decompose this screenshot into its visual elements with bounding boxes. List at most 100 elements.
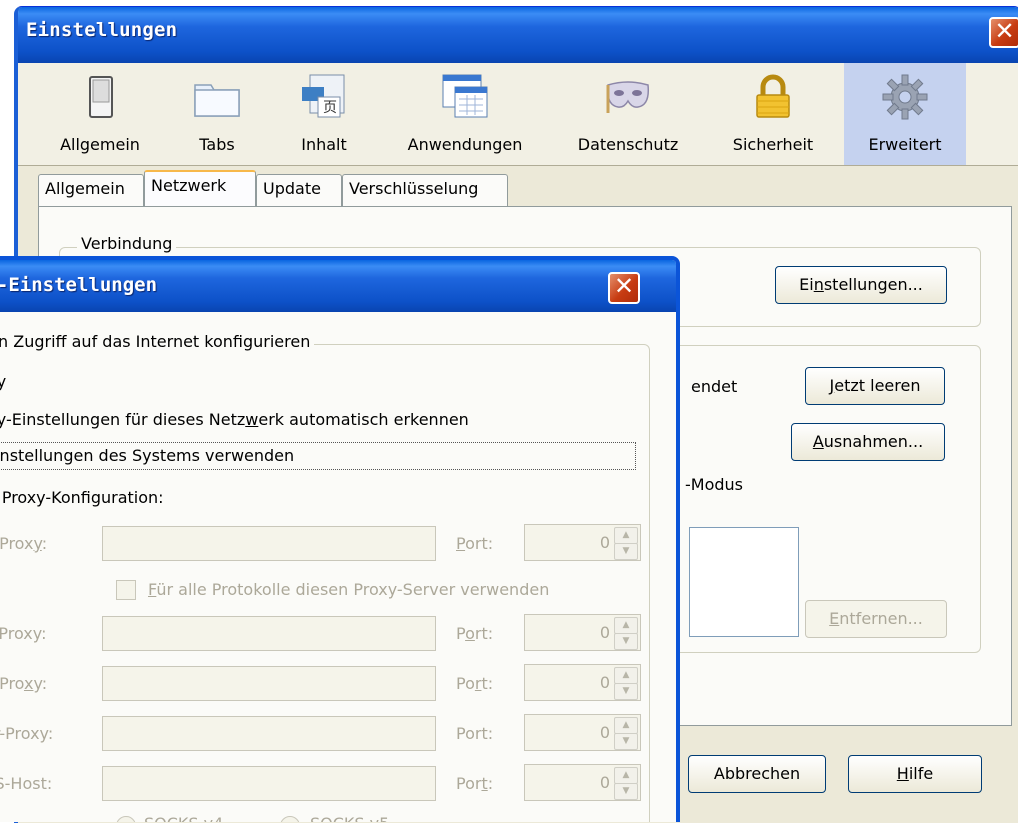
preferences-toolbar: Allgemein Tabs 页 Inhalt Anwendungen Date… bbox=[18, 63, 1018, 166]
clear-now-button[interactable]: Jetzt leeren bbox=[805, 367, 945, 405]
toolbar-datenschutz[interactable]: Datenschutz bbox=[560, 63, 696, 165]
toolbar-erweitert[interactable]: Erweitert bbox=[844, 63, 966, 165]
option-text: erk automatisch erkennen bbox=[258, 410, 469, 429]
label-text: y: bbox=[33, 674, 48, 693]
gear-icon bbox=[881, 73, 929, 121]
port-value: 0 bbox=[599, 623, 610, 642]
window-close-button[interactable]: ✕ bbox=[989, 17, 1018, 48]
window-title: Einstellungen bbox=[26, 19, 178, 41]
label-text: rt: bbox=[474, 624, 494, 643]
socks-v4-label: SOCKS v4 bbox=[144, 814, 223, 822]
socks-port-spinner[interactable]: 0 ▲ ▼ bbox=[524, 764, 641, 801]
cancel-button[interactable]: Abbrechen bbox=[688, 755, 826, 793]
tab-netzwerk[interactable]: Netzwerk bbox=[144, 170, 256, 207]
applications-icon bbox=[441, 73, 489, 121]
option-text: oxy-Einstellungen für dieses Netz bbox=[0, 410, 246, 429]
button-text: stellungen... bbox=[823, 275, 923, 294]
port-value: 0 bbox=[599, 773, 610, 792]
toolbar-label: Tabs bbox=[199, 135, 235, 154]
toolbar-label: Allgemein bbox=[60, 135, 140, 154]
window-titlebar[interactable]: Einstellungen ✕ bbox=[18, 7, 1018, 63]
accelerator-key: o bbox=[465, 624, 475, 643]
toolbar-inhalt[interactable]: 页 Inhalt bbox=[284, 63, 364, 165]
tab-update[interactable]: Update bbox=[256, 174, 342, 206]
http-proxy-label: P-Proxy: bbox=[0, 534, 47, 553]
spin-up-icon[interactable]: ▲ bbox=[614, 717, 638, 734]
label-text: : bbox=[487, 774, 494, 793]
ssl-port-label: Port: bbox=[456, 624, 493, 643]
toolbar-label: Datenschutz bbox=[577, 135, 679, 154]
spin-up-icon[interactable]: ▲ bbox=[614, 767, 638, 784]
ssl-proxy-label: L-Proxy: bbox=[0, 624, 47, 643]
button-text: ilfe bbox=[908, 764, 934, 783]
offline-mode-text: -Modus bbox=[685, 475, 743, 494]
all-protocols-checkbox[interactable] bbox=[116, 580, 136, 600]
connection-settings-dialog: gs-Einstellungen ✕ den Zugriff auf das I… bbox=[0, 256, 680, 822]
ftp-port-label: Port: bbox=[456, 674, 493, 693]
button-text: ntfernen... bbox=[839, 609, 923, 628]
gopher-proxy-label: er-Proxy: bbox=[0, 724, 54, 743]
socks-v5-label: SOCKS v5 bbox=[310, 814, 389, 822]
remove-button[interactable]: Entfernen... bbox=[805, 600, 947, 638]
dialog-close-button[interactable]: ✕ bbox=[608, 272, 640, 304]
spin-up-icon[interactable]: ▲ bbox=[614, 667, 638, 684]
ftp-proxy-label: P-Proxy: bbox=[0, 674, 47, 693]
exceptions-button[interactable]: Ausnahmen... bbox=[791, 423, 945, 461]
spin-up-icon[interactable]: ▲ bbox=[614, 527, 638, 544]
accelerator-key: E bbox=[829, 609, 840, 628]
gopher-port-label: Port: bbox=[456, 724, 494, 743]
toolbar-label: Sicherheit bbox=[732, 135, 814, 154]
port-value: 0 bbox=[599, 723, 610, 742]
tabs-icon bbox=[193, 73, 241, 121]
toolbar-sicherheit[interactable]: Sicherheit bbox=[718, 63, 828, 165]
gopher-port-spinner[interactable]: 0 ▲ ▼ bbox=[524, 714, 641, 751]
connection-legend: Verbindung bbox=[77, 234, 177, 253]
label-text: ort: bbox=[465, 534, 494, 553]
http-proxy-input[interactable] bbox=[102, 526, 436, 561]
spin-down-icon[interactable]: ▼ bbox=[614, 543, 638, 560]
gopher-proxy-input[interactable] bbox=[102, 716, 436, 751]
toolbar-allgemein[interactable]: Allgemein bbox=[46, 63, 154, 165]
ssl-proxy-input[interactable] bbox=[102, 616, 436, 651]
http-port-spinner[interactable]: 0 ▲ ▼ bbox=[524, 524, 641, 561]
no-proxy-option[interactable]: oxy bbox=[0, 372, 6, 391]
mask-icon bbox=[604, 73, 652, 121]
label-text: ür alle Protokolle diesen Proxy-Server v… bbox=[156, 580, 550, 599]
port-value: 0 bbox=[599, 673, 610, 692]
ssl-port-spinner[interactable]: 0 ▲ ▼ bbox=[524, 614, 641, 651]
help-button[interactable]: Hilfe bbox=[848, 755, 982, 793]
ftp-proxy-input[interactable] bbox=[102, 666, 436, 701]
proxy-group-legend: den Zugriff auf das Internet konfigurier… bbox=[0, 332, 315, 351]
tab-allgemein[interactable]: Allgemein bbox=[38, 174, 144, 206]
manual-proxy-option[interactable]: lle Proxy-Konfiguration: bbox=[0, 488, 164, 507]
auto-detect-option[interactable]: oxy-Einstellungen für dieses Netzwerk au… bbox=[0, 410, 469, 429]
lock-icon bbox=[749, 73, 797, 121]
label-text: : bbox=[41, 534, 48, 553]
ftp-port-spinner[interactable]: 0 ▲ ▼ bbox=[524, 664, 641, 701]
accelerator-key: y bbox=[33, 534, 42, 553]
spin-up-icon[interactable]: ▲ bbox=[614, 617, 638, 634]
socks-host-input[interactable] bbox=[102, 766, 436, 801]
socks-port-label: Port: bbox=[456, 774, 493, 793]
toolbar-label: Inhalt bbox=[301, 135, 347, 154]
toolbar-anwendungen[interactable]: Anwendungen bbox=[390, 63, 540, 165]
button-text: etzt leeren bbox=[834, 376, 921, 395]
label-text: Por bbox=[456, 774, 482, 793]
spin-down-icon[interactable]: ▼ bbox=[614, 783, 638, 800]
dialog-titlebar[interactable]: gs-Einstellungen ✕ bbox=[0, 260, 676, 312]
all-protocols-label: Für alle Protokolle diesen Proxy-Server … bbox=[148, 580, 549, 599]
spin-down-icon[interactable]: ▼ bbox=[614, 683, 638, 700]
dialog-body: den Zugriff auf das Internet konfigurier… bbox=[0, 312, 676, 822]
system-proxy-option[interactable]: Einstellungen des Systems verwenden bbox=[0, 442, 636, 470]
tab-verschluesselung[interactable]: Verschlüsselung bbox=[342, 174, 508, 206]
toolbar-tabs[interactable]: Tabs bbox=[178, 63, 256, 165]
spin-down-icon[interactable]: ▼ bbox=[614, 733, 638, 750]
toolbar-label: Anwendungen bbox=[407, 135, 523, 154]
port-value: 0 bbox=[599, 533, 610, 552]
offline-sites-list[interactable] bbox=[689, 527, 799, 637]
spin-down-icon[interactable]: ▼ bbox=[614, 633, 638, 650]
connection-settings-button[interactable]: Einstellungen... bbox=[775, 266, 947, 304]
accelerator-key: w bbox=[245, 410, 259, 429]
socks-host-label: KS-Host: bbox=[0, 774, 53, 793]
offline-storage-text: endet bbox=[691, 377, 738, 396]
